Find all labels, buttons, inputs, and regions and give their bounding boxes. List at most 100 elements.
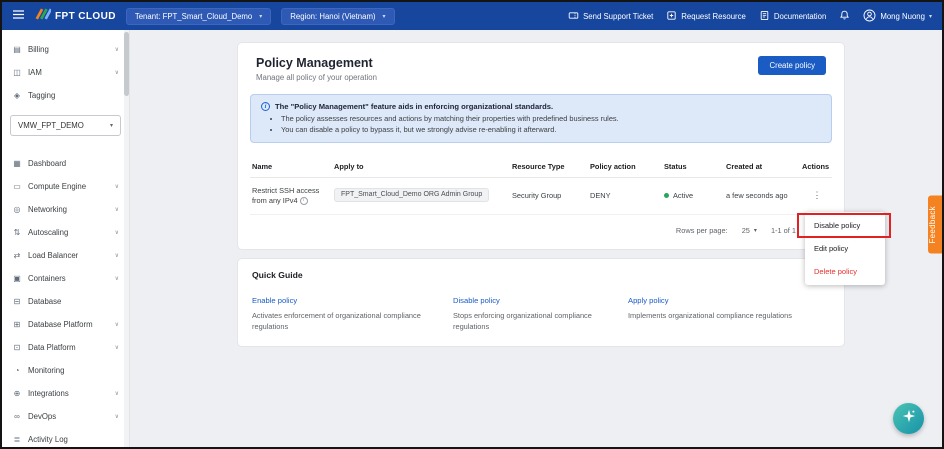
info-icon: i	[300, 197, 308, 205]
sidebar-item-data-platform[interactable]: ⊡ Data Platform ∨	[2, 336, 129, 359]
sidebar: ▤ Billing ∨ ◫ IAM ∨ ◈ Tagging VMW_FPT_DE…	[2, 30, 130, 447]
guide-description: Implements organizational compliance reg…	[628, 311, 830, 321]
data-platform-icon: ⊡	[12, 343, 22, 352]
chevron-down-icon: ▾	[110, 122, 113, 129]
sidebar-item-database[interactable]: ⊟ Database	[2, 290, 129, 313]
dashboard-icon: ▦	[12, 159, 22, 168]
chevron-down-icon: ▾	[754, 227, 757, 234]
chevron-down-icon: ∨	[115, 413, 119, 420]
page-title: Policy Management	[256, 56, 377, 70]
header-cell-resource-type: Resource Type	[512, 162, 590, 171]
quick-guide-title: Quick Guide	[250, 270, 832, 280]
rows-per-page-select[interactable]: 25 ▾	[742, 226, 757, 235]
sidebar-item-database-platform[interactable]: ⊞ Database Platform ∨	[2, 313, 129, 336]
user-name: Mong Nuong	[880, 12, 925, 21]
network-icon: ◎	[12, 205, 22, 214]
chevron-down-icon: ▾	[929, 13, 932, 20]
sidebar-item-iam[interactable]: ◫ IAM ∨	[2, 61, 129, 84]
sidebar-item-activity-log[interactable]: ≣ Activity Log	[2, 428, 129, 449]
guide-link-enable-policy[interactable]: Enable policy	[252, 296, 297, 305]
request-resource-link[interactable]: Request Resource	[666, 10, 746, 23]
guide-link-disable-policy[interactable]: Disable policy	[453, 296, 500, 305]
sidebar-scrollbar[interactable]	[124, 30, 129, 447]
compute-icon: ▭	[12, 182, 22, 191]
request-resource-label: Request Resource	[681, 12, 746, 21]
load-balancer-icon: ⇄	[12, 251, 22, 260]
notifications-button[interactable]	[839, 10, 850, 23]
tenant-select[interactable]: Tenant: FPT_Smart_Cloud_Demo ▾	[126, 8, 271, 25]
devops-icon: ∞	[12, 412, 22, 421]
chevron-down-icon: ▾	[383, 13, 386, 20]
sidebar-item-monitoring[interactable]: ◔ Monitoring	[2, 359, 129, 382]
ai-assistant-button[interactable]	[893, 403, 924, 434]
support-ticket-link[interactable]: Send Support Ticket	[568, 10, 653, 23]
feedback-tab[interactable]: Feedback	[928, 196, 942, 254]
table-header-row: Name Apply to Resource Type Policy actio…	[250, 157, 832, 178]
page-range-label: 1-1 of 1	[771, 226, 796, 235]
menu-toggle-button[interactable]	[12, 7, 25, 25]
autoscaling-icon: ⇅	[12, 228, 22, 237]
database-icon: ⊟	[12, 297, 22, 306]
sidebar-item-networking[interactable]: ◎ Networking ∨	[2, 198, 129, 221]
chevron-down-icon: ∨	[115, 344, 119, 351]
guide-column-enable: Enable policy Activates enforcement of o…	[252, 290, 453, 332]
region-label: Region: Hanoi (Vietnam)	[290, 12, 375, 21]
documentation-label: Documentation	[774, 12, 826, 21]
avatar-icon	[863, 9, 876, 24]
create-policy-button[interactable]: Create policy	[758, 56, 826, 75]
chevron-down-icon: ∨	[115, 321, 119, 328]
header-cell-apply-to: Apply to	[334, 162, 512, 171]
iam-icon: ◫	[12, 68, 22, 77]
user-menu[interactable]: Mong Nuong ▾	[863, 9, 932, 24]
menu-item-disable-policy[interactable]: Disable policy	[805, 214, 885, 237]
banner-title: The "Policy Management" feature aids in …	[275, 102, 553, 111]
pagination: Rows per page: 25 ▾ 1-1 of 1 ‹ ›	[250, 215, 832, 241]
guide-description: Stops enforcing organizational complianc…	[453, 311, 628, 332]
sidebar-item-compute-engine[interactable]: ▭ Compute Engine ∨	[2, 175, 129, 198]
monitoring-icon: ◔	[12, 366, 22, 375]
containers-icon: ▣	[12, 274, 22, 283]
brand-logo[interactable]: FPT CLOUD	[35, 7, 116, 25]
bell-icon	[839, 10, 850, 23]
sparkle-icon	[902, 409, 916, 428]
menu-item-edit-policy[interactable]: Edit policy	[805, 237, 885, 260]
row-actions-button[interactable]: ⋮	[802, 190, 832, 201]
guide-column-disable: Disable policy Stops enforcing organizat…	[453, 290, 628, 332]
chevron-down-icon: ∨	[115, 275, 119, 282]
support-ticket-label: Send Support Ticket	[583, 12, 653, 21]
created-at-cell: a few seconds ago	[726, 191, 802, 200]
sidebar-item-devops[interactable]: ∞ DevOps ∨	[2, 405, 129, 428]
tag-icon: ◈	[12, 91, 22, 100]
header-cell-actions: Actions	[802, 162, 832, 171]
sidebar-item-load-balancer[interactable]: ⇄ Load Balancer ∨	[2, 244, 129, 267]
info-banner: i The "Policy Management" feature aids i…	[250, 94, 832, 143]
menu-item-delete-policy[interactable]: Delete policy	[805, 260, 885, 283]
scrollbar-thumb[interactable]	[124, 32, 129, 96]
tenant-label: Tenant: FPT_Smart_Cloud_Demo	[135, 12, 252, 21]
sidebar-item-containers[interactable]: ▣ Containers ∨	[2, 267, 129, 290]
status-badge: Active	[664, 191, 726, 200]
documentation-link[interactable]: Documentation	[759, 10, 826, 23]
chevron-down-icon: ∨	[115, 183, 119, 190]
page-subtitle: Manage all policy of your operation	[256, 73, 377, 82]
guide-link-apply-policy[interactable]: Apply policy	[628, 296, 669, 305]
policy-action-cell: DENY	[590, 191, 664, 200]
sidebar-item-dashboard[interactable]: ▦ Dashboard	[2, 152, 129, 175]
banner-bullet: You can disable a policy to bypass it, b…	[281, 125, 821, 134]
resource-type-cell: Security Group	[512, 191, 590, 200]
box-plus-icon	[666, 10, 677, 23]
sidebar-item-autoscaling[interactable]: ⇅ Autoscaling ∨	[2, 221, 129, 244]
chevron-down-icon: ∨	[115, 69, 119, 76]
billing-icon: ▤	[12, 45, 22, 54]
policy-table: Name Apply to Resource Type Policy actio…	[250, 157, 832, 216]
project-selector[interactable]: VMW_FPT_DEMO ▾	[10, 115, 121, 136]
region-select[interactable]: Region: Hanoi (Vietnam) ▾	[281, 8, 394, 25]
apply-to-cell: FPT_Smart_Cloud_Demo ORG Admin Group	[334, 188, 512, 204]
guide-description: Activates enforcement of organizational …	[252, 311, 453, 332]
sidebar-item-tagging[interactable]: ◈ Tagging	[2, 84, 129, 107]
table-row: Restrict SSH access from any IPv4i FPT_S…	[250, 178, 832, 216]
sidebar-item-integrations[interactable]: ⊕ Integrations ∨	[2, 382, 129, 405]
chevron-down-icon: ∨	[115, 252, 119, 259]
sidebar-item-billing[interactable]: ▤ Billing ∨	[2, 38, 129, 61]
database-platform-icon: ⊞	[12, 320, 22, 329]
